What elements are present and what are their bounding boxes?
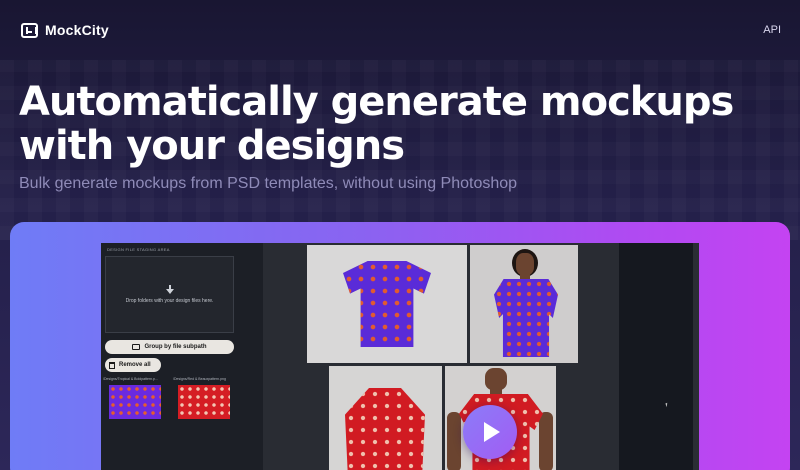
mockup-image-purple-tshirt-model[interactable] xyxy=(470,245,578,363)
hero-subtitle: Bulk generate mockups from PSD templates… xyxy=(19,175,518,192)
design-thumbnail[interactable] xyxy=(178,385,230,419)
scrollbar[interactable] xyxy=(693,243,699,470)
brand[interactable]: MockCity xyxy=(21,22,109,38)
hero-title: Automatically generate mockups with your… xyxy=(19,79,734,169)
remove-button-label: Remove all xyxy=(119,362,151,368)
trash-icon xyxy=(109,361,115,369)
demo-app-screenshot: DESIGN FILE STAGING AREA Drop folders wi… xyxy=(101,243,699,470)
staging-label: DESIGN FILE STAGING AREA xyxy=(107,247,170,252)
api-link[interactable]: API xyxy=(763,24,781,36)
dropzone[interactable]: Drop folders with your design files here… xyxy=(105,256,234,333)
hoodie-shape xyxy=(345,388,425,470)
dropzone-text: Drop folders with your design files here… xyxy=(125,298,214,304)
group-by-subpath-button[interactable]: Group by file subpath xyxy=(105,340,234,354)
design-thumbnail[interactable] xyxy=(109,385,161,419)
mockup-image-red-hoodie[interactable] xyxy=(329,366,442,470)
download-arrow-icon xyxy=(165,285,175,295)
mockup-image-purple-tshirt[interactable] xyxy=(307,245,467,363)
brand-name: MockCity xyxy=(45,22,109,38)
tshirt-shape xyxy=(343,261,431,347)
model-face xyxy=(516,253,534,275)
model-arm xyxy=(447,412,461,470)
model-arm xyxy=(539,412,553,470)
play-icon xyxy=(484,422,500,442)
mockcity-logo-icon xyxy=(21,22,38,38)
top-nav: MockCity API xyxy=(0,0,800,60)
file-name: /Designs/Red & Beauxpattern.png xyxy=(173,377,226,381)
remove-all-button[interactable]: Remove all xyxy=(105,358,161,372)
demo-showcase: DESIGN FILE STAGING AREA Drop folders wi… xyxy=(10,222,790,470)
group-button-label: Group by file subpath xyxy=(144,344,207,350)
folder-icon xyxy=(132,344,141,350)
play-video-button[interactable] xyxy=(463,405,517,459)
staging-panel: DESIGN FILE STAGING AREA Drop folders wi… xyxy=(101,243,263,470)
file-name: /Designs/Tropical & Boldpattern.p... xyxy=(103,377,158,381)
tshirt-shape xyxy=(494,279,558,357)
right-panel xyxy=(619,243,699,470)
